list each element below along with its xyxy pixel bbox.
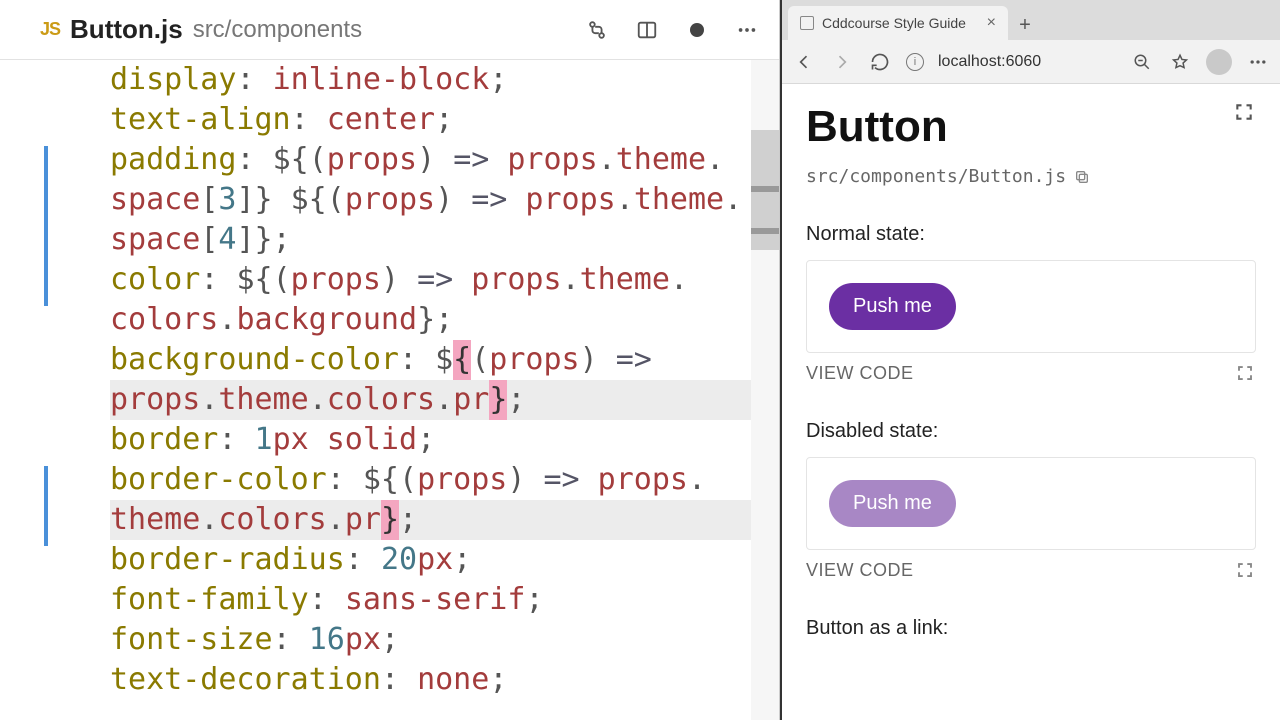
view-code-button[interactable]: VIEW CODE [806,560,914,581]
editor-body[interactable]: display: inline-block;text-align: center… [0,60,779,720]
tab-path: src/components [193,16,362,44]
code-line[interactable]: colors.background}; [110,300,769,340]
favorite-icon[interactable] [1168,50,1192,74]
js-file-icon: JS [40,19,60,40]
browser-tab[interactable]: Cddcourse Style Guide × [788,6,1008,40]
code-line[interactable]: font-family: sans-serif; [110,580,769,620]
section-label: Button as a link: [806,617,1256,640]
styleguide-title: Button [806,102,948,152]
code-line[interactable]: font-size: 16px; [110,620,769,660]
new-tab-button[interactable]: + [1008,10,1042,40]
code-line[interactable]: background-color: ${(props) => [110,340,769,380]
push-me-button-disabled: Push me [829,480,956,527]
code-line[interactable]: props.theme.colors.pr}; [110,380,769,420]
section-label: Normal state: [806,223,1256,246]
tab-filename[interactable]: Button.js [70,14,183,45]
code-line[interactable]: color: ${(props) => props.theme. [110,260,769,300]
editor-gutter [0,60,50,720]
fullscreen-icon[interactable] [1234,102,1256,124]
site-info-icon[interactable]: i [906,53,924,71]
more-actions-icon[interactable] [733,16,761,44]
modified-indicator-icon [683,16,711,44]
change-bar [44,466,48,546]
code-line[interactable]: space[4]}; [110,220,769,260]
browser-toolbar: i localhost:6060 [782,40,1280,84]
example-card: Push me [806,260,1256,353]
change-bar [44,146,48,306]
styleguide-section: Normal state: Push me VIEW CODE [806,223,1256,384]
fullscreen-icon[interactable] [1236,364,1256,384]
example-card: Push me [806,457,1256,550]
editor-pane: JS Button.js src/components display: inl… [0,0,780,720]
code-line[interactable]: space[3]} ${(props) => props.theme. [110,180,769,220]
code-line[interactable]: theme.colors.pr}; [110,500,769,540]
minimap-mark [751,186,779,192]
code-line[interactable]: padding: ${(props) => props.theme. [110,140,769,180]
browser-menu-icon[interactable] [1246,50,1270,74]
page-icon [800,16,814,30]
browser-pane: Cddcourse Style Guide × + i localhost:60… [780,0,1280,720]
refresh-button[interactable] [868,50,892,74]
url-text[interactable]: localhost:6060 [938,53,1041,71]
editor-tab-bar: JS Button.js src/components [0,0,779,60]
code-line[interactable]: text-decoration: none; [110,660,769,700]
back-button[interactable] [792,50,816,74]
forward-button[interactable] [830,50,854,74]
code-line[interactable]: border-color: ${(props) => props. [110,460,769,500]
browser-content: Button src/components/Button.js Normal s… [782,84,1280,720]
view-code-button[interactable]: VIEW CODE [806,363,914,384]
styleguide-path: src/components/Button.js [806,166,1066,187]
code-line[interactable]: border-radius: 20px; [110,540,769,580]
fullscreen-icon[interactable] [1236,561,1256,581]
styleguide-section: Disabled state: Push me VIEW CODE [806,420,1256,581]
close-tab-icon[interactable]: × [987,14,996,32]
section-label: Disabled state: [806,420,1256,443]
split-editor-icon[interactable] [633,16,661,44]
push-me-button[interactable]: Push me [829,283,956,330]
browser-tab-title: Cddcourse Style Guide [822,15,966,31]
code-line[interactable]: text-align: center; [110,100,769,140]
minimap[interactable] [751,60,779,720]
code-line[interactable]: border: 1px solid; [110,420,769,460]
zoom-icon[interactable] [1130,50,1154,74]
copy-path-icon[interactable] [1074,169,1090,185]
profile-avatar[interactable] [1206,49,1232,75]
compare-changes-icon[interactable] [583,16,611,44]
browser-tab-strip: Cddcourse Style Guide × + [782,0,1280,40]
code-line[interactable]: display: inline-block; [110,60,769,100]
minimap-mark [751,228,779,234]
code-area[interactable]: display: inline-block;text-align: center… [50,60,779,720]
